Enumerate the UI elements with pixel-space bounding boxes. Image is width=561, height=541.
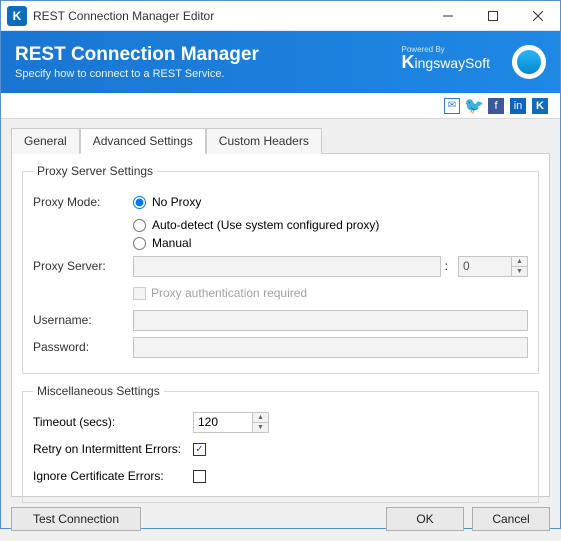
password-input[interactable] — [133, 337, 528, 358]
social-bar: ✉ 🐦 f in K — [1, 93, 560, 119]
radio-auto-detect-label: Auto-detect (Use system configured proxy… — [152, 218, 379, 232]
minimize-button[interactable] — [425, 1, 470, 31]
powered-by-label: Powered By — [402, 45, 490, 54]
radio-no-proxy-label: No Proxy — [152, 195, 201, 209]
tab-general[interactable]: General — [11, 128, 80, 154]
twitter-icon[interactable]: 🐦 — [466, 98, 482, 114]
footer: Test Connection OK Cancel — [1, 497, 560, 541]
brand-logo: Powered By KingswaySoft — [402, 45, 490, 73]
misc-settings-group: Miscellaneous Settings Timeout (secs): ▲… — [22, 384, 539, 503]
brand-circle-icon — [512, 45, 546, 79]
proxy-settings-legend: Proxy Server Settings — [33, 164, 157, 178]
username-input[interactable] — [133, 310, 528, 331]
tab-advanced-settings[interactable]: Advanced Settings — [80, 128, 206, 154]
ignore-cert-label: Ignore Certificate Errors: — [33, 469, 193, 483]
tab-bar: General Advanced Settings Custom Headers — [11, 127, 550, 153]
ok-button[interactable]: OK — [386, 507, 464, 531]
close-icon — [533, 11, 543, 21]
tab-custom-headers[interactable]: Custom Headers — [206, 128, 322, 154]
chevron-up-icon: ▲ — [253, 413, 268, 423]
proxy-auth-checkbox: Proxy authentication required — [133, 286, 307, 300]
timeout-input[interactable] — [193, 412, 253, 433]
proxy-settings-group: Proxy Server Settings Proxy Mode: No Pro… — [22, 164, 539, 374]
chevron-down-icon: ▼ — [253, 423, 268, 432]
brand-name: ingswaySoft — [415, 55, 490, 71]
ignore-cert-checkbox[interactable] — [193, 470, 206, 483]
port-separator: : — [445, 259, 448, 273]
header-subtitle: Specify how to connect to a REST Service… — [15, 68, 259, 80]
password-label: Password: — [33, 340, 133, 354]
header-title: REST Connection Manager — [15, 44, 259, 66]
retry-checkbox[interactable]: ✓ — [193, 443, 206, 456]
window-title: REST Connection Manager Editor — [33, 9, 425, 23]
cancel-button[interactable]: Cancel — [472, 507, 550, 531]
proxy-mode-label: Proxy Mode: — [33, 195, 133, 209]
maximize-icon — [488, 11, 498, 21]
proxy-server-input[interactable] — [133, 256, 441, 277]
chevron-down-icon: ▼ — [512, 267, 527, 276]
titlebar: K REST Connection Manager Editor — [1, 1, 560, 31]
radio-auto-detect[interactable] — [133, 219, 146, 232]
chevron-up-icon: ▲ — [512, 257, 527, 267]
misc-settings-legend: Miscellaneous Settings — [33, 384, 164, 398]
username-label: Username: — [33, 313, 133, 327]
checkbox-icon — [133, 287, 146, 300]
close-button[interactable] — [515, 1, 560, 31]
radio-manual[interactable] — [133, 237, 146, 250]
retry-label: Retry on Intermittent Errors: — [33, 442, 193, 456]
timeout-label: Timeout (secs): — [33, 415, 193, 429]
minimize-icon — [443, 11, 453, 21]
brand-k: K — [402, 52, 415, 72]
maximize-button[interactable] — [470, 1, 515, 31]
linkedin-icon[interactable]: in — [510, 98, 526, 114]
mail-icon[interactable]: ✉ — [444, 98, 460, 114]
radio-manual-label: Manual — [152, 236, 191, 250]
facebook-icon[interactable]: f — [488, 98, 504, 114]
header-banner: REST Connection Manager Specify how to c… — [1, 31, 560, 93]
proxy-server-label: Proxy Server: — [33, 259, 133, 273]
proxy-port-input[interactable] — [458, 256, 512, 277]
timeout-spinner[interactable]: ▲ ▼ — [253, 412, 269, 433]
app-icon: K — [7, 6, 27, 26]
test-connection-button[interactable]: Test Connection — [11, 507, 141, 531]
proxy-auth-label: Proxy authentication required — [151, 286, 307, 300]
tab-body: Proxy Server Settings Proxy Mode: No Pro… — [11, 153, 550, 497]
radio-no-proxy[interactable] — [133, 196, 146, 209]
kingswaysoft-icon[interactable]: K — [532, 98, 548, 114]
proxy-port-spinner[interactable]: ▲ ▼ — [512, 256, 528, 277]
